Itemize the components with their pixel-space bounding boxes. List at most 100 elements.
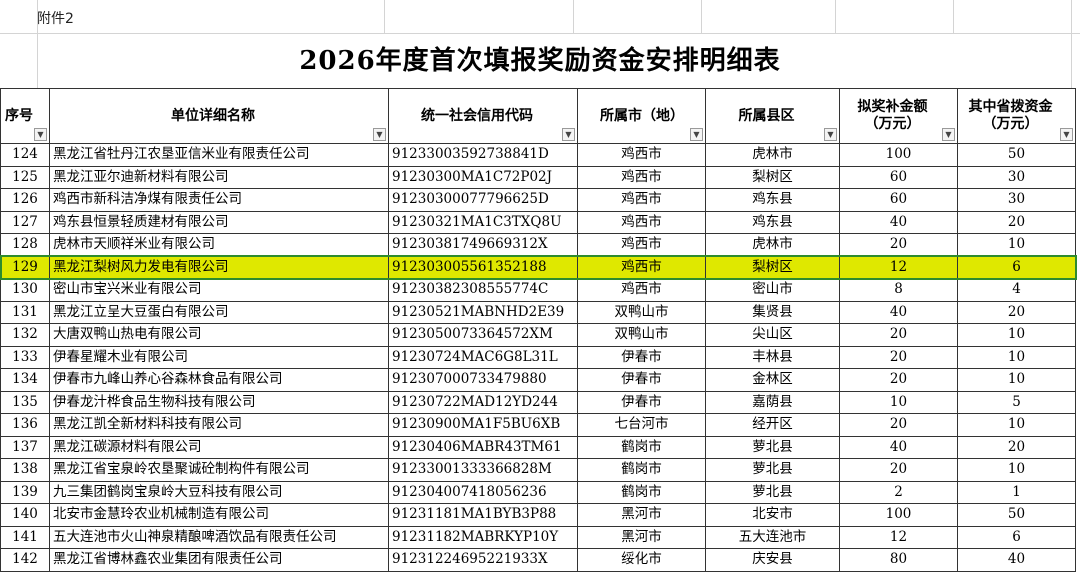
cell-city[interactable]: 鸡西市	[577, 188, 706, 212]
cell-company-name[interactable]: 大唐双鸭山热电有限公司	[49, 323, 389, 347]
cell-seq[interactable]: 141	[0, 525, 50, 549]
cell-city[interactable]: 鸡西市	[577, 143, 706, 167]
cell-award-amount[interactable]: 12	[839, 255, 958, 279]
cell-award-amount[interactable]: 20	[839, 413, 958, 437]
cell-credit-code[interactable]: 91230321MA1C3TXQ8U	[388, 210, 578, 234]
cell-award-amount[interactable]: 10	[839, 390, 958, 414]
cell-award-amount[interactable]: 40	[839, 435, 958, 459]
cell-award-amount[interactable]: 40	[839, 300, 958, 324]
cell-county[interactable]: 鸡东县	[705, 210, 840, 234]
cell-credit-code[interactable]: 91233003592738841D	[388, 143, 578, 167]
cell-credit-code[interactable]: 91231181MA1BYB3P88	[388, 503, 578, 527]
cell-county[interactable]: 丰林县	[705, 345, 840, 369]
cell-company-name[interactable]: 虎林市天顺祥米业有限公司	[49, 233, 389, 257]
table-row[interactable]: 129 黑龙江梨树风力发电有限公司 912303005561352188 鸡西市 梨树区…	[0, 255, 1077, 280]
cell-credit-code[interactable]: 9123050073364572XM	[388, 323, 578, 347]
cell-city[interactable]: 伊春市	[577, 368, 706, 392]
cell-provincial-amount[interactable]: 30	[957, 165, 1076, 189]
cell-city[interactable]: 黑河市	[577, 503, 706, 527]
cell-seq[interactable]: 137	[0, 435, 50, 459]
cell-provincial-amount[interactable]: 40	[957, 548, 1076, 572]
table-row[interactable]: 140 北安市金慧玲农业机械制造有限公司 91231181MA1BYB3P88 黑河市…	[0, 503, 1076, 527]
cell-city[interactable]: 伊春市	[577, 345, 706, 369]
cell-seq[interactable]: 125	[0, 165, 50, 189]
cell-company-name[interactable]: 伊春龙汁桦食品生物科技有限公司	[49, 390, 389, 414]
cell-county[interactable]: 萝北县	[705, 480, 840, 504]
table-row[interactable]: 139 九三集团鹤岗宝泉岭大豆科技有限公司 912304007418056236 鹤岗…	[0, 480, 1076, 504]
cell-provincial-amount[interactable]: 20	[957, 300, 1076, 324]
cell-company-name[interactable]: 五大连池市火山神泉精酿啤酒饮品有限责任公司	[49, 525, 389, 549]
cell-credit-code[interactable]: 91230382308555774C	[388, 278, 578, 302]
cell-county[interactable]: 集贤县	[705, 300, 840, 324]
cell-county[interactable]: 金林区	[705, 368, 840, 392]
cell-provincial-amount[interactable]: 6	[957, 525, 1076, 549]
cell-company-name[interactable]: 黑龙江立呈大豆蛋白有限公司	[49, 300, 389, 324]
cell-seq[interactable]: 129	[0, 255, 50, 279]
cell-credit-code[interactable]: 91231182MABRKYP10Y	[388, 525, 578, 549]
cell-company-name[interactable]: 黑龙江梨树风力发电有限公司	[49, 255, 389, 279]
cell-credit-code[interactable]: 912304007418056236	[388, 480, 578, 504]
cell-company-name[interactable]: 黑龙江碳源材料有限公司	[49, 435, 389, 459]
filter-dropdown-icon[interactable]: ▼	[562, 128, 575, 141]
cell-provincial-amount[interactable]: 6	[957, 255, 1076, 279]
cell-award-amount[interactable]: 100	[839, 143, 958, 167]
table-row[interactable]: 126 鸡西市新科洁净煤有限责任公司 91230300077796625D 鸡西市 鸡东…	[0, 188, 1076, 212]
cell-city[interactable]: 伊春市	[577, 390, 706, 414]
cell-credit-code[interactable]: 91230521MABNHD2E39	[388, 300, 578, 324]
cell-company-name[interactable]: 伊春市九峰山养心谷森林食品有限公司	[49, 368, 389, 392]
cell-county[interactable]: 萝北县	[705, 458, 840, 482]
cell-city[interactable]: 鸡西市	[577, 278, 706, 302]
table-row[interactable]: 125 黑龙江亚尔迪新材料有限公司 91230300MA1C72P02J 鸡西市 梨树区…	[0, 165, 1076, 189]
cell-county[interactable]: 密山市	[705, 278, 840, 302]
table-row[interactable]: 138 黑龙江省宝泉岭农垦聚诚砼制构件有限公司 91233001333366828M…	[0, 458, 1076, 482]
table-row[interactable]: 137 黑龙江碳源材料有限公司 91230406MABR43TM61 鹤岗市 萝北县 40…	[0, 435, 1076, 459]
cell-award-amount[interactable]: 60	[839, 188, 958, 212]
cell-company-name[interactable]: 黑龙江省博林鑫农业集团有限责任公司	[49, 548, 389, 572]
cell-credit-code[interactable]: 912303005561352188	[388, 255, 578, 279]
cell-company-name[interactable]: 九三集团鹤岗宝泉岭大豆科技有限公司	[49, 480, 389, 504]
table-row[interactable]: 142 黑龙江省博林鑫农业集团有限责任公司 91231224695221933X 绥化…	[0, 548, 1076, 572]
cell-seq[interactable]: 131	[0, 300, 50, 324]
cell-award-amount[interactable]: 40	[839, 210, 958, 234]
cell-provincial-amount[interactable]: 20	[957, 210, 1076, 234]
cell-city[interactable]: 鸡西市	[577, 233, 706, 257]
cell-seq[interactable]: 140	[0, 503, 50, 527]
cell-award-amount[interactable]: 20	[839, 368, 958, 392]
table-row[interactable]: 141 五大连池市火山神泉精酿啤酒饮品有限责任公司 91231182MABRKYP1…	[0, 525, 1076, 549]
cell-county[interactable]: 虎林市	[705, 143, 840, 167]
cell-provincial-amount[interactable]: 10	[957, 368, 1076, 392]
cell-seq[interactable]: 132	[0, 323, 50, 347]
cell-credit-code[interactable]: 91231224695221933X	[388, 548, 578, 572]
cell-credit-code[interactable]: 91230900MA1F5BU6XB	[388, 413, 578, 437]
filter-dropdown-icon[interactable]: ▼	[373, 128, 386, 141]
cell-credit-code[interactable]: 91230406MABR43TM61	[388, 435, 578, 459]
cell-award-amount[interactable]: 20	[839, 233, 958, 257]
cell-credit-code[interactable]: 91233001333366828M	[388, 458, 578, 482]
cell-county[interactable]: 梨树区	[705, 165, 840, 189]
cell-county[interactable]: 虎林市	[705, 233, 840, 257]
cell-company-name[interactable]: 密山市宝兴米业有限公司	[49, 278, 389, 302]
cell-award-amount[interactable]: 2	[839, 480, 958, 504]
cell-award-amount[interactable]: 8	[839, 278, 958, 302]
cell-company-name[interactable]: 黑龙江省宝泉岭农垦聚诚砼制构件有限公司	[49, 458, 389, 482]
cell-seq[interactable]: 142	[0, 548, 50, 572]
cell-provincial-amount[interactable]: 1	[957, 480, 1076, 504]
cell-company-name[interactable]: 伊春星耀木业有限公司	[49, 345, 389, 369]
cell-city[interactable]: 双鸭山市	[577, 323, 706, 347]
cell-seq[interactable]: 124	[0, 143, 50, 167]
cell-provincial-amount[interactable]: 50	[957, 503, 1076, 527]
cell-provincial-amount[interactable]: 10	[957, 345, 1076, 369]
cell-credit-code[interactable]: 91230300MA1C72P02J	[388, 165, 578, 189]
cell-city[interactable]: 鹤岗市	[577, 480, 706, 504]
table-row[interactable]: 132 大唐双鸭山热电有限公司 9123050073364572XM 双鸭山市 尖山区 2…	[0, 323, 1076, 347]
cell-award-amount[interactable]: 12	[839, 525, 958, 549]
table-row[interactable]: 134 伊春市九峰山养心谷森林食品有限公司 912307000733479880 伊春…	[0, 368, 1076, 392]
table-row[interactable]: 128 虎林市天顺祥米业有限公司 91230381749669312X 鸡西市 虎林市 2…	[0, 233, 1076, 257]
cell-provincial-amount[interactable]: 10	[957, 323, 1076, 347]
cell-city[interactable]: 鹤岗市	[577, 458, 706, 482]
cell-provincial-amount[interactable]: 10	[957, 233, 1076, 257]
cell-county[interactable]: 梨树区	[705, 255, 840, 279]
cell-county[interactable]: 五大连池市	[705, 525, 840, 549]
table-row[interactable]: 131 黑龙江立呈大豆蛋白有限公司 91230521MABNHD2E39 双鸭山市 集贤…	[0, 300, 1076, 324]
cell-credit-code[interactable]: 91230724MAC6G8L31L	[388, 345, 578, 369]
